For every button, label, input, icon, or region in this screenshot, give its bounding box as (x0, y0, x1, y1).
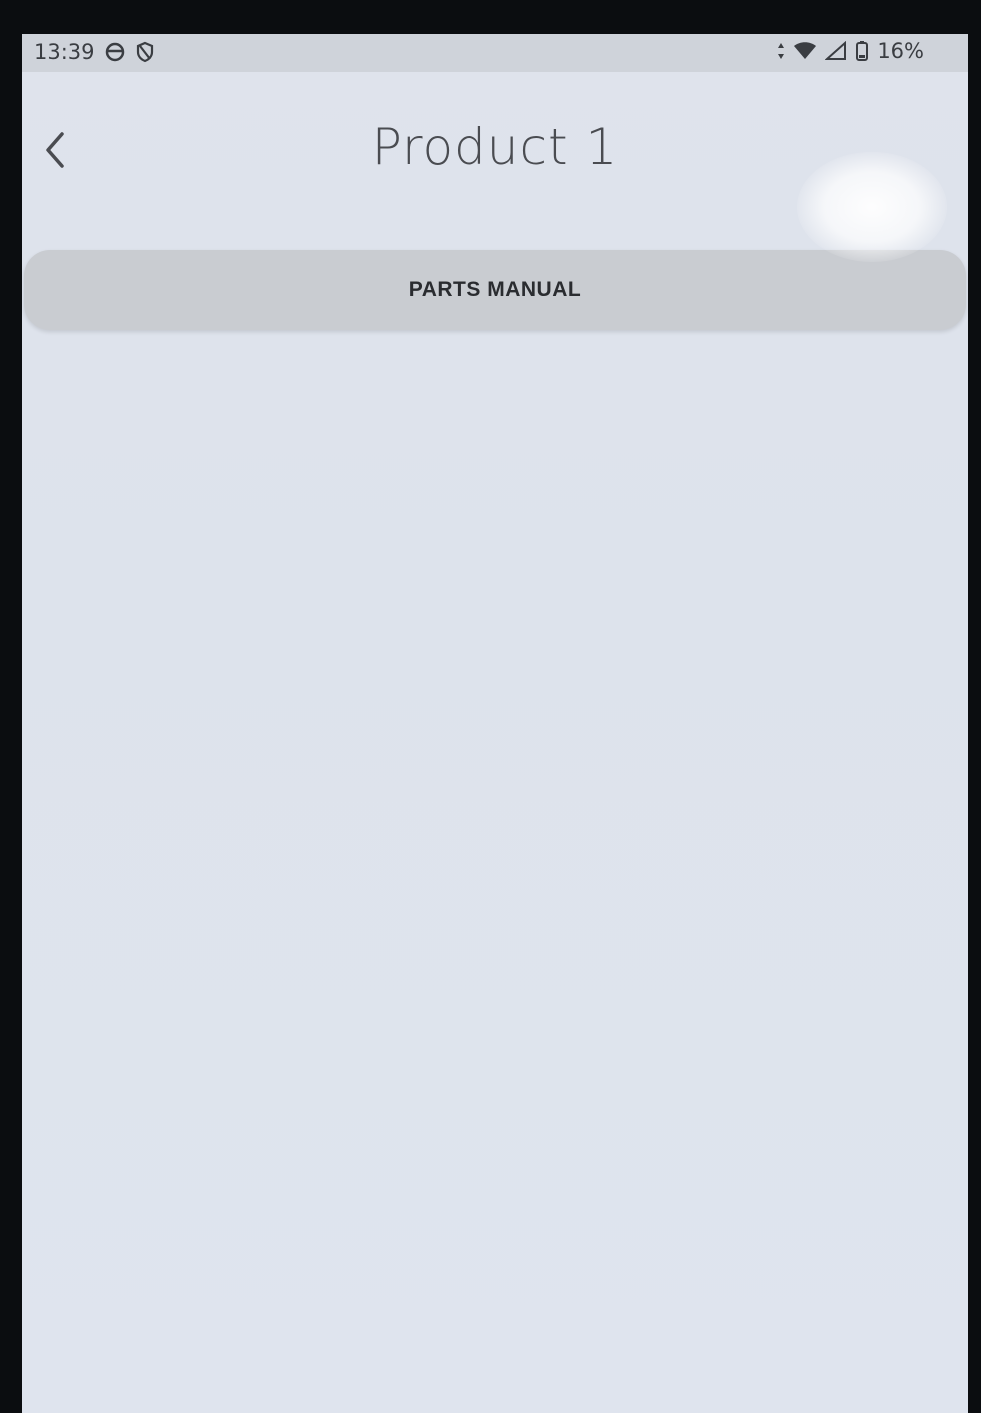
wifi-icon (793, 41, 817, 61)
status-right-group: 16% (777, 39, 924, 63)
parts-manual-label: PARTS MANUAL (408, 278, 582, 301)
cell-signal-icon (825, 41, 847, 61)
data-transfer-icon (777, 42, 785, 60)
parts-manual-button[interactable]: PARTS MANUAL (24, 250, 966, 330)
app-screen: 13:39 16% Product 1 PARTS MANUAL (22, 34, 968, 1413)
circle-status-icon (105, 42, 125, 62)
battery-icon (855, 40, 869, 62)
battery-percent: 16% (877, 39, 924, 63)
device-frame: 13:39 16% Product 1 PARTS MANUAL (0, 0, 981, 1413)
app-header: Product 1 (22, 106, 968, 196)
status-time: 13:39 (34, 40, 95, 64)
status-left-group: 13:39 (34, 40, 155, 64)
page-title: Product 1 (371, 118, 619, 176)
status-bar: 13:39 16% (22, 34, 968, 72)
content-area (22, 344, 968, 1413)
shield-status-icon (135, 41, 155, 63)
